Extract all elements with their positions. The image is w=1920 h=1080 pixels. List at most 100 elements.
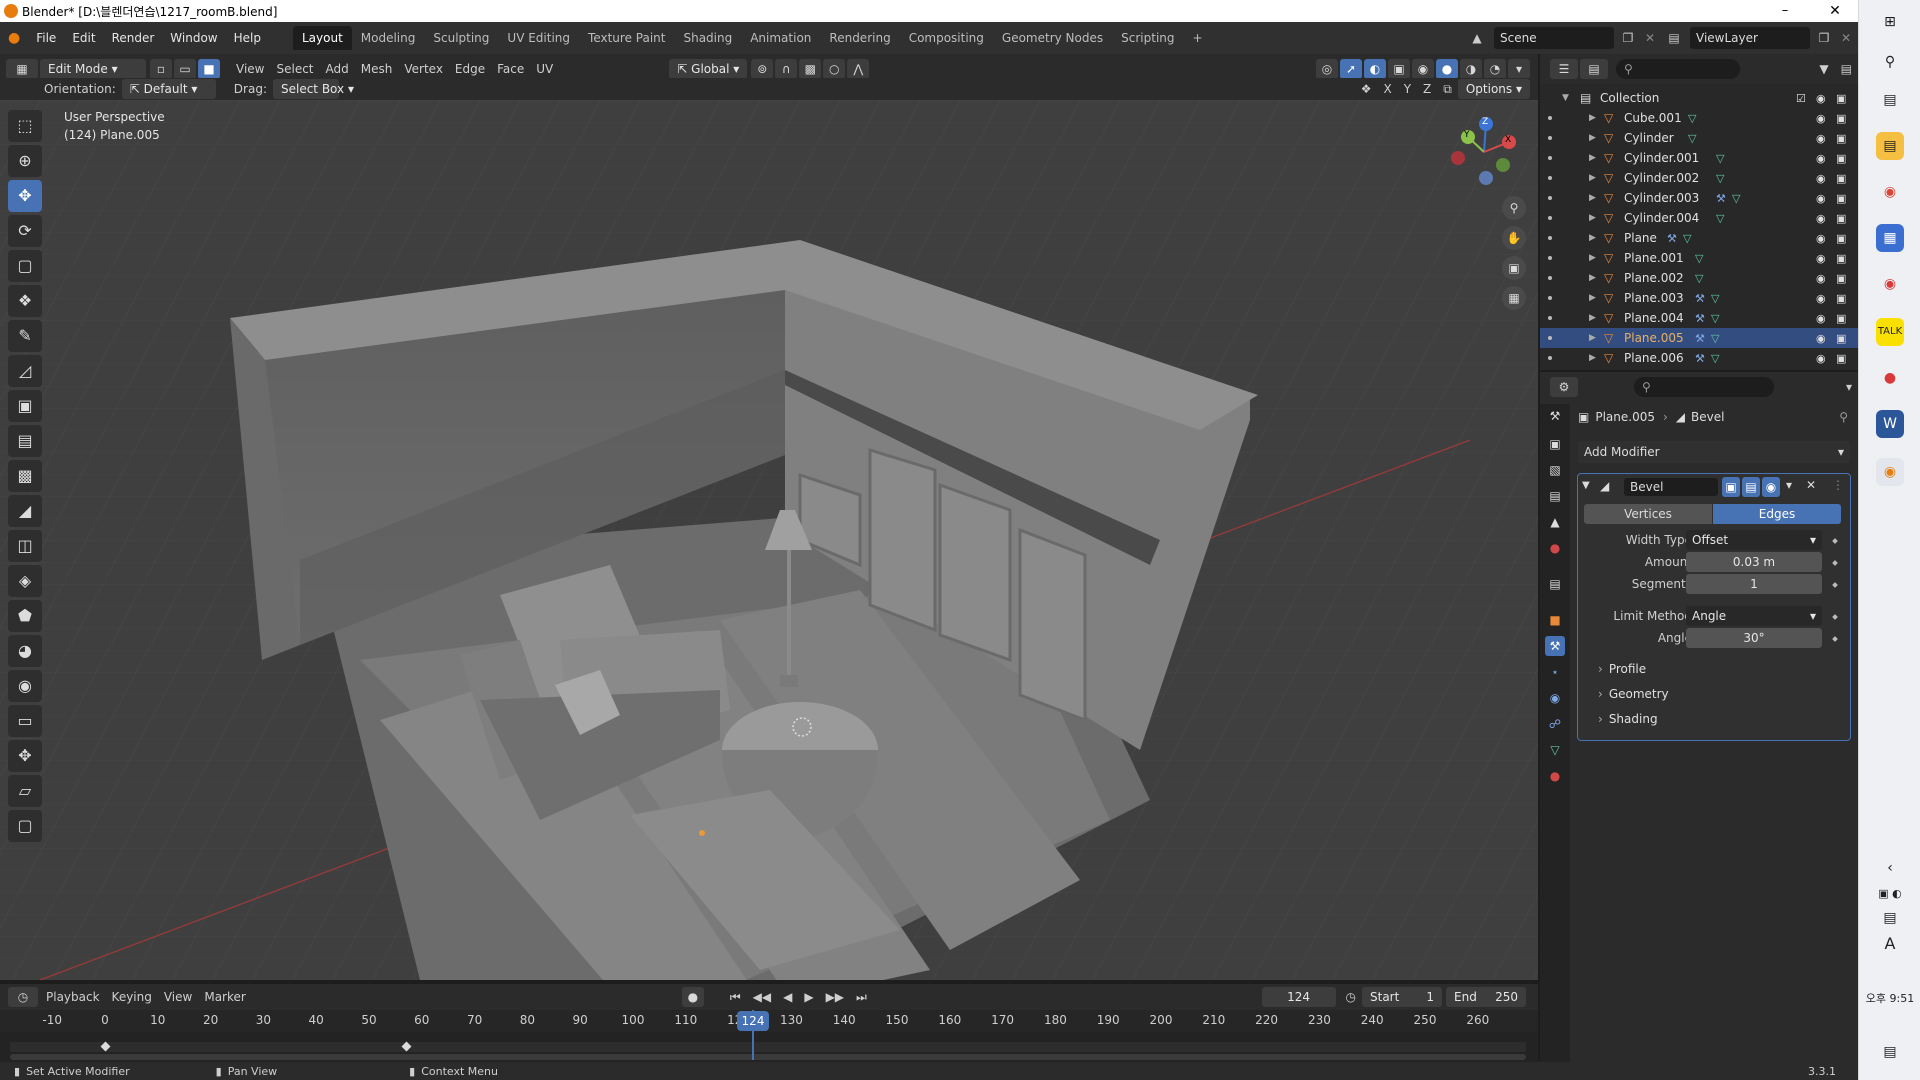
particles-tab-icon[interactable]: ⋆ — [1545, 662, 1565, 682]
outliner-row[interactable]: ▶ ▽ Plane.004 ⚒ ▽ ◉ ▣ — [1540, 308, 1858, 328]
tab-scripting[interactable]: Scripting — [1112, 26, 1183, 50]
collection-tab-icon[interactable]: ▤ — [1545, 574, 1565, 594]
xray-toggle-icon[interactable]: ▣ — [1388, 59, 1410, 79]
camera-icon[interactable]: ▣ — [1836, 192, 1846, 205]
properties-editor-type-icon[interactable]: ⚙ — [1550, 377, 1578, 397]
keyframe-dot-icon[interactable] — [1832, 614, 1838, 620]
expand-icon[interactable]: ▶ — [1589, 253, 1596, 263]
tray-expand-icon[interactable]: ‹ — [1876, 854, 1904, 882]
modifier-icon[interactable]: ⚒ — [1695, 332, 1705, 345]
modifier-icon[interactable]: ⚒ — [1667, 232, 1677, 245]
expand-icon[interactable]: ▶ — [1589, 193, 1596, 203]
proportional-falloff-icon[interactable]: ⋀ — [847, 59, 870, 79]
tab-rendering[interactable]: Rendering — [820, 26, 899, 50]
camera-icon[interactable]: ▣ — [1836, 292, 1846, 305]
camera-icon[interactable]: ▣ — [1836, 312, 1846, 325]
shading-options-icon[interactable]: ▾ — [1508, 59, 1530, 79]
select-box-tool-icon[interactable]: ⬚ — [8, 110, 42, 142]
rip-region-tool-icon[interactable]: ▢ — [8, 810, 42, 842]
camera-icon[interactable]: ▣ — [1836, 352, 1846, 365]
menu-uv[interactable]: UV — [530, 59, 559, 79]
expand-icon[interactable]: ▶ — [1589, 353, 1596, 363]
properties-options-icon[interactable]: ▾ — [1840, 377, 1858, 397]
smooth-tool-icon[interactable]: ◉ — [8, 670, 42, 702]
mesh-data-icon[interactable]: ▽ — [1732, 192, 1740, 205]
outliner-row[interactable]: ▶ ▽ Cylinder.003 ⚒ ▽ ◉ ▣ — [1540, 188, 1858, 208]
tab-modeling[interactable]: Modeling — [352, 26, 425, 50]
shrink-fatten-tool-icon[interactable]: ✥ — [8, 740, 42, 772]
delete-scene-icon[interactable]: ✕ — [1640, 27, 1660, 49]
tab-compositing[interactable]: Compositing — [900, 26, 993, 50]
transform-tool-icon[interactable]: ❖ — [8, 285, 42, 317]
loop-cut-tool-icon[interactable]: ◫ — [8, 530, 42, 562]
modifier-name-input[interactable]: Bevel — [1624, 478, 1718, 496]
tab-layout[interactable]: Layout — [292, 26, 352, 50]
menu-face[interactable]: Face — [491, 59, 530, 79]
menu-edit[interactable]: Edit — [64, 27, 103, 49]
vertex-select-icon[interactable]: ▫ — [150, 59, 172, 79]
kakaotalk-icon[interactable]: TALK — [1876, 318, 1904, 346]
blender-taskbar-icon[interactable]: ◉ — [1876, 458, 1904, 486]
close-window-button[interactable]: ✕ — [1812, 0, 1858, 22]
modifier-icon[interactable]: ⚒ — [1695, 312, 1705, 325]
move-tool-icon[interactable]: ✥ — [8, 180, 42, 212]
minimize-button[interactable]: – — [1762, 0, 1808, 22]
camera-icon[interactable]: ▣ — [1836, 232, 1846, 245]
select-dot-icon[interactable] — [1548, 116, 1552, 120]
camera-icon[interactable]: ▣ — [1836, 112, 1846, 125]
select-dot-icon[interactable] — [1548, 356, 1552, 360]
camera-icon[interactable]: ▣ — [1836, 172, 1846, 185]
modifier-icon[interactable]: ⚒ — [1716, 192, 1726, 205]
expand-icon[interactable]: ▶ — [1589, 213, 1596, 223]
scene-name-field[interactable]: Scene — [1494, 27, 1614, 49]
mesh-data-icon[interactable]: ▽ — [1711, 312, 1719, 325]
remove-modifier-icon[interactable]: ✕ — [1806, 478, 1816, 492]
expand-icon[interactable]: ▶ — [1589, 233, 1596, 243]
snap-target-icon[interactable]: ▩ — [799, 59, 822, 79]
shading-subpanel[interactable]: › Shading — [1598, 712, 1658, 726]
mesh-data-icon[interactable]: ▽ — [1688, 112, 1696, 125]
modifier-tab-icon[interactable]: ⚒ — [1545, 636, 1565, 656]
keyframe-dot-icon[interactable] — [1832, 636, 1838, 642]
geometry-subpanel[interactable]: › Geometry — [1598, 687, 1669, 701]
collection-expand-icon[interactable]: ▼ — [1562, 93, 1569, 103]
outliner-row[interactable]: ▶ ▽ Cylinder.001 ▽ ◉ ▣ — [1540, 148, 1858, 168]
expand-icon[interactable]: ▶ — [1589, 333, 1596, 343]
edit-mode-toggle-icon[interactable]: ▣ — [1722, 477, 1740, 497]
select-dot-icon[interactable] — [1548, 256, 1552, 260]
new-scene-icon[interactable]: ❐ — [1618, 27, 1638, 49]
tool-tab-icon[interactable]: ⚒ — [1545, 406, 1565, 426]
timeline-keyframe-area[interactable] — [0, 1032, 1538, 1062]
tab-animation[interactable]: Animation — [741, 26, 820, 50]
outliner-row[interactable]: ▶ ▽ Plane.001 ▽ ◉ ▣ — [1540, 248, 1858, 268]
outliner-editor-type-icon[interactable]: ☰ — [1550, 59, 1578, 79]
spin-tool-icon[interactable]: ◕ — [8, 635, 42, 667]
collection-row[interactable]: ▼ ▤ Collection ☑ ◉ ▣ — [1540, 88, 1858, 108]
timeline-scrollbar[interactable] — [10, 1054, 1526, 1060]
mirror-y-toggle[interactable]: Y — [1398, 79, 1417, 99]
end-frame-field[interactable]: End 250 — [1446, 987, 1526, 1007]
expand-icon[interactable]: ▶ — [1589, 173, 1596, 183]
camera-icon[interactable]: ▣ — [1836, 332, 1846, 345]
inset-tool-icon[interactable]: ▩ — [8, 460, 42, 492]
limit-method-dropdown[interactable]: Angle ▾ — [1686, 606, 1822, 626]
zoom-view-icon[interactable]: ⚲ — [1502, 196, 1526, 220]
jump-keyframe-forward-icon[interactable]: ▶▶ — [820, 987, 850, 1007]
new-view-layer-icon[interactable]: ❐ — [1814, 27, 1834, 49]
poly-build-tool-icon[interactable]: ⬟ — [8, 600, 42, 632]
menu-help[interactable]: Help — [226, 27, 269, 49]
playhead-frame-label[interactable]: 124 — [737, 1011, 769, 1031]
mesh-data-icon[interactable]: ▽ — [1711, 332, 1719, 345]
snap-icon[interactable]: ∩ — [775, 59, 798, 79]
timeline-editor-type-icon[interactable]: ◷ — [8, 987, 38, 1007]
expand-icon[interactable]: ▶ — [1589, 313, 1596, 323]
edge-slide-tool-icon[interactable]: ▭ — [8, 705, 42, 737]
select-dot-icon[interactable] — [1548, 216, 1552, 220]
blender-menu-icon[interactable]: ● — [0, 27, 28, 49]
expand-icon[interactable]: ▶ — [1589, 273, 1596, 283]
render-toggle-icon[interactable]: ◉ — [1762, 477, 1780, 497]
record-icon[interactable]: ● — [681, 987, 704, 1007]
select-dot-icon[interactable] — [1548, 296, 1552, 300]
camera-icon[interactable]: ▣ — [1836, 212, 1846, 225]
windows-start-icon[interactable]: ⊞ — [1876, 8, 1904, 36]
